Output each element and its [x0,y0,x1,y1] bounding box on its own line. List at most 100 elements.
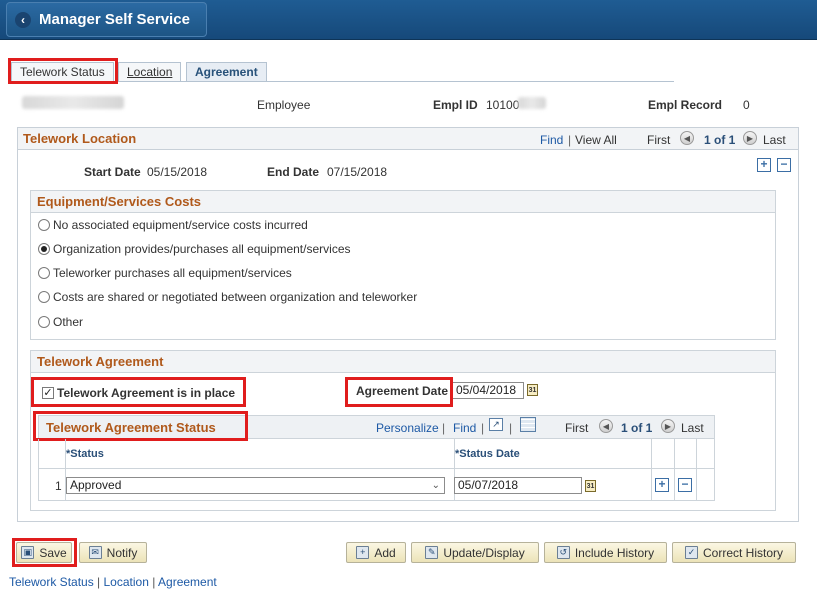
highlight-agreement-in-place [31,377,246,407]
radio-icon[interactable] [38,316,50,328]
radio-icon[interactable] [38,291,50,303]
footer-link-agreement[interactable]: Agreement [158,575,217,589]
highlight-save-button [12,538,77,567]
location-find-link[interactable]: Find [540,133,563,147]
redacted-employee-name [22,96,124,109]
cost-option-label: Teleworker purchases all equipment/servi… [53,266,292,280]
grid-divider [674,439,675,500]
telework-location-header: Telework Location Find | View All First … [17,127,799,150]
notify-icon: ✉ [88,546,102,559]
highlight-agreement-status [33,411,248,441]
empl-record-label: Empl Record [648,98,723,112]
footer-link-telework-status[interactable]: Telework Status [9,575,94,589]
back-button-label: Manager Self Service [39,11,190,28]
download-spreadsheet-icon[interactable] [520,417,536,432]
status-date-input[interactable]: 05/07/2018 [454,477,582,494]
cost-option-label: Costs are shared or negotiated between o… [53,290,418,304]
telework-location-title: Telework Location [23,131,137,146]
equipment-costs-title: Equipment/Services Costs [31,191,775,213]
add-icon: + [356,546,370,559]
add-label: Add [374,545,396,560]
tab-agreement-label: Agreement [195,65,258,79]
status-grid-column-headers [39,439,714,469]
add-row-button[interactable]: + [757,158,771,172]
tab-agreement[interactable]: Agreement [186,62,267,82]
top-banner: ‹ Manager Self Service [0,0,817,40]
row-number: 1 [55,479,62,493]
tab-location-label: Location [127,65,173,79]
personalize-link[interactable]: Personalize [376,421,439,435]
grid-divider [696,439,697,500]
correct-history-icon: ✓ [684,546,698,559]
separator: | [568,133,572,147]
grid-count: 1 of 1 [621,421,653,435]
grid-first-label: First [565,421,589,435]
notify-label: Notify [106,545,138,560]
delete-row-button[interactable]: − [777,158,791,172]
separator: | [509,421,513,435]
empl-id-label: Empl ID [433,98,478,112]
separator: | [481,421,485,435]
end-date-label: End Date [267,165,320,179]
chevron-down-icon: ⌄ [431,480,440,491]
chevron-left-icon: ‹ [15,11,31,28]
next-arrow-icon[interactable]: ▶ [661,419,675,433]
update-display-button[interactable]: ✎ Update/Display [411,542,539,563]
cost-option-label: Other [53,315,84,329]
previous-arrow-icon[interactable]: ◀ [680,131,694,145]
correct-history-button[interactable]: ✓ Correct History [672,542,796,563]
update-display-icon: ✎ [425,546,439,559]
location-count: 1 of 1 [704,133,736,147]
update-display-label: Update/Display [443,545,525,560]
new-window-icon[interactable]: ↗ [489,418,503,431]
radio-selected-icon[interactable] [38,243,50,255]
status-dropdown[interactable]: Approved ⌄ [66,477,445,494]
redacted-empl-id [518,97,546,109]
notify-button[interactable]: ✉ Notify [79,542,147,563]
footer-link-location[interactable]: Location [104,575,149,589]
location-last-label: Last [763,133,786,147]
status-dropdown-value: Approved [70,478,122,492]
delete-status-row-button[interactable]: − [678,478,692,492]
back-to-manager-self-service-button[interactable]: ‹ Manager Self Service [6,2,207,37]
footer-links: Telework Status | Location | Agreement [9,575,217,589]
telework-agreement-title: Telework Agreement [31,351,775,373]
highlight-telework-status-tab [8,58,118,84]
cost-option-4[interactable]: Costs are shared or negotiated between o… [38,290,417,304]
empl-record-value: 0 [743,98,750,112]
highlight-agreement-date [345,377,453,407]
correct-history-label: Correct History [702,545,783,560]
tab-location[interactable]: Location [118,62,182,82]
employee-type: Employee [257,98,311,112]
cost-option-3[interactable]: Teleworker purchases all equipment/servi… [38,266,292,280]
equipment-costs-section: Equipment/Services Costs [30,190,776,340]
radio-icon[interactable] [38,219,50,231]
location-first-label: First [647,133,671,147]
calendar-icon[interactable]: 31 [585,480,596,492]
grid-find-link[interactable]: Find [453,421,476,435]
include-history-label: Include History [574,545,655,560]
next-arrow-icon[interactable]: ▶ [743,131,757,145]
agreement-date-input[interactable]: 05/04/2018 [452,382,524,399]
previous-arrow-icon[interactable]: ◀ [599,419,613,433]
cost-option-1[interactable]: No associated equipment/service costs in… [38,218,308,232]
empl-id-value: 10100 [486,98,520,112]
cost-option-label: No associated equipment/service costs in… [53,218,308,232]
status-column-header: *Status [66,448,104,460]
location-view-all-link[interactable]: View All [575,133,617,147]
separator: | [442,421,446,435]
add-status-row-button[interactable]: + [655,478,669,492]
grid-last-label: Last [681,421,704,435]
radio-icon[interactable] [38,267,50,279]
include-history-icon: ↺ [556,546,570,559]
cost-option-label: Organization provides/purchases all equi… [53,242,351,256]
end-date-value: 07/15/2018 [327,165,388,179]
add-button[interactable]: + Add [346,542,406,563]
cost-option-2[interactable]: Organization provides/purchases all equi… [38,242,351,256]
calendar-icon[interactable]: 31 [527,384,538,396]
status-date-column-header: *Status Date [455,448,520,460]
include-history-button[interactable]: ↺ Include History [544,542,667,563]
grid-divider [651,439,652,500]
start-date-label: Start Date [84,165,141,179]
cost-option-5[interactable]: Other [38,315,83,329]
